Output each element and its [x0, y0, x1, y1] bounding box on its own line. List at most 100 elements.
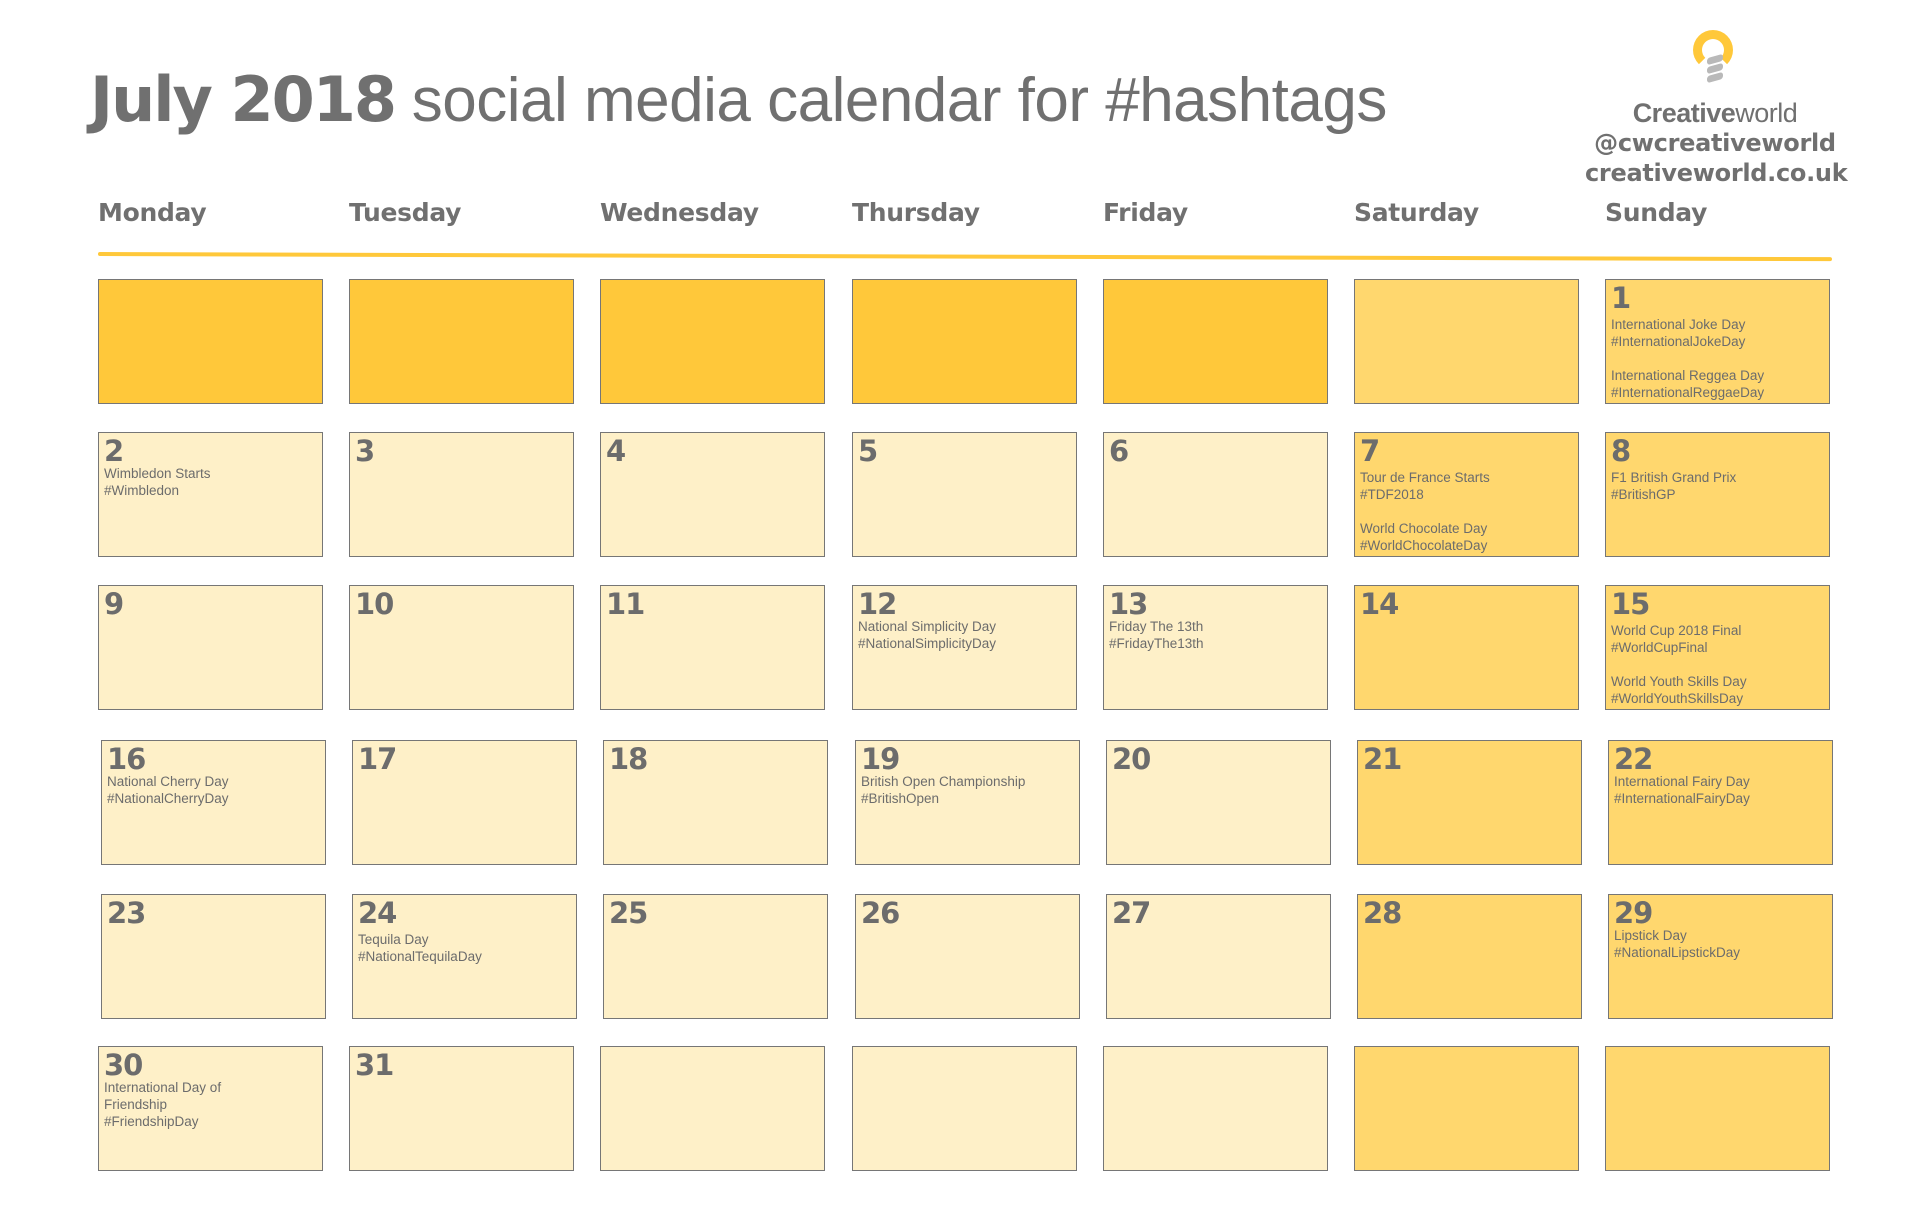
event-hashtag[interactable]: #NationalLipstickDay	[1614, 944, 1828, 961]
event-item: International Day of Friendship #Friendsh…	[104, 1079, 232, 1130]
event-item: International Fairy Day #InternationalFai…	[1614, 773, 1828, 807]
day-cell-23[interactable]: 23	[101, 894, 326, 1019]
event-name: Tequila Day	[358, 932, 429, 947]
day-number: 16	[107, 742, 146, 776]
empty-day-cell[interactable]	[1354, 279, 1579, 404]
day-number: 7	[1360, 434, 1380, 468]
day-cell-26[interactable]: 26	[855, 894, 1080, 1019]
day-number: 15	[1611, 587, 1650, 621]
event-name: National Cherry Day	[107, 774, 229, 789]
day-number: 23	[107, 896, 146, 930]
day-cell-25[interactable]: 25	[603, 894, 828, 1019]
day-cell-10[interactable]: 10	[349, 585, 574, 710]
event-list: National Simplicity Day #NationalSimplici…	[858, 618, 1072, 652]
day-cell-24[interactable]: 24 Tequila Day #NationalTequilaDay	[352, 894, 577, 1019]
day-cell-15[interactable]: 15 World Cup 2018 Final #WorldCupFinal Worl…	[1605, 585, 1830, 710]
day-cell-11[interactable]: 11	[600, 585, 825, 710]
day-cell-8[interactable]: 8 F1 British Grand Prix #BritishGP	[1605, 432, 1830, 557]
event-name: National Simplicity Day	[858, 619, 997, 634]
day-cell-18[interactable]: 18	[603, 740, 828, 865]
brand-name-light: world	[1735, 98, 1798, 128]
empty-day-cell[interactable]	[852, 279, 1077, 404]
day-cell-9[interactable]: 9	[98, 585, 323, 710]
event-item: Tequila Day #NationalTequilaDay	[358, 931, 572, 965]
empty-day-cell[interactable]	[600, 279, 825, 404]
event-hashtag[interactable]: #InternationalJokeDay	[1611, 333, 1825, 350]
day-number: 29	[1614, 896, 1653, 930]
empty-day-cell[interactable]	[1605, 1046, 1830, 1171]
day-cell-13[interactable]: 13 Friday The 13th #FridayThe13th	[1103, 585, 1328, 710]
weekday-header-saturday: Saturday	[1354, 198, 1479, 227]
event-hashtag[interactable]: #WorldChocolateDay	[1360, 537, 1574, 554]
event-hashtag[interactable]: #WorldCupFinal	[1611, 639, 1825, 656]
empty-day-cell[interactable]	[852, 1046, 1077, 1171]
event-name: Friday The 13th	[1109, 619, 1204, 634]
event-hashtag[interactable]: #NationalCherryDay	[107, 790, 321, 807]
day-cell-29[interactable]: 29 Lipstick Day #NationalLipstickDay	[1608, 894, 1833, 1019]
website-link[interactable]: creativeworld.co.uk	[1585, 158, 1848, 188]
event-name: Lipstick Day	[1614, 928, 1687, 943]
day-number: 12	[858, 587, 897, 621]
empty-day-cell[interactable]	[1354, 1046, 1579, 1171]
empty-day-cell[interactable]	[98, 279, 323, 404]
day-cell-17[interactable]: 17	[352, 740, 577, 865]
event-list: International Day of Friendship #Friendsh…	[104, 1079, 232, 1130]
event-hashtag[interactable]: #BritishOpen	[861, 790, 1075, 807]
day-number: 31	[355, 1048, 394, 1082]
page-title: July 2018 social media calendar for #has…	[90, 62, 1387, 139]
day-cell-22[interactable]: 22 International Fairy Day #InternationalF…	[1608, 740, 1833, 865]
weekday-header-wednesday: Wednesday	[600, 198, 759, 227]
day-cell-14[interactable]: 14	[1354, 585, 1579, 710]
empty-day-cell[interactable]	[1103, 279, 1328, 404]
empty-day-cell[interactable]	[1103, 1046, 1328, 1171]
event-name: Tour de France Starts	[1360, 470, 1490, 485]
day-number: 2	[104, 434, 124, 468]
day-cell-31[interactable]: 31	[349, 1046, 574, 1171]
event-name: F1 British Grand Prix	[1611, 470, 1737, 485]
day-cell-20[interactable]: 20	[1106, 740, 1331, 865]
event-hashtag[interactable]: #InternationalFairyDay	[1614, 790, 1828, 807]
day-cell-6[interactable]: 6	[1103, 432, 1328, 557]
day-cell-19[interactable]: 19 British Open Championship #BritishOpen	[855, 740, 1080, 865]
event-hashtag[interactable]: #TDF2018	[1360, 486, 1574, 503]
day-cell-5[interactable]: 5	[852, 432, 1077, 557]
event-hashtag[interactable]: #WorldYouthSkillsDay	[1611, 690, 1825, 707]
day-cell-3[interactable]: 3	[349, 432, 574, 557]
day-number: 6	[1109, 434, 1129, 468]
day-cell-30[interactable]: 30 International Day of Friendship #Friend…	[98, 1046, 323, 1171]
day-cell-12[interactable]: 12 National Simplicity Day #NationalSimpli…	[852, 585, 1077, 710]
day-cell-16[interactable]: 16 National Cherry Day #NationalCherryDay	[101, 740, 326, 865]
event-hashtag[interactable]: #Wimbledon	[104, 482, 318, 499]
event-hashtag[interactable]: #InternationalReggaeDay	[1611, 384, 1825, 401]
event-hashtag[interactable]: #NationalTequilaDay	[358, 948, 572, 965]
event-hashtag[interactable]: #FriendshipDay	[104, 1113, 232, 1130]
day-cell-27[interactable]: 27	[1106, 894, 1331, 1019]
event-list: F1 British Grand Prix #BritishGP	[1611, 469, 1825, 503]
empty-day-cell[interactable]	[600, 1046, 825, 1171]
event-hashtag[interactable]: #FridayThe13th	[1109, 635, 1323, 652]
brand-block: Creativeworld @cwcreativeworld creativew…	[1585, 30, 1848, 188]
event-list: International Joke Day #InternationalJoke…	[1611, 316, 1825, 401]
event-item: F1 British Grand Prix #BritishGP	[1611, 469, 1825, 503]
empty-day-cell[interactable]	[349, 279, 574, 404]
weekday-header-thursday: Thursday	[852, 198, 980, 227]
day-number: 9	[104, 587, 124, 621]
event-name: International Reggea Day	[1611, 368, 1765, 383]
day-cell-7[interactable]: 7 Tour de France Starts #TDF2018 World Choc…	[1354, 432, 1579, 557]
event-list: Tour de France Starts #TDF2018 World Choco…	[1360, 469, 1574, 554]
event-item: International Reggea Day #InternationalRe…	[1611, 367, 1825, 401]
day-number: 30	[104, 1048, 143, 1082]
event-hashtag[interactable]: #BritishGP	[1611, 486, 1825, 503]
day-number: 27	[1112, 896, 1151, 930]
weekday-header-friday: Friday	[1103, 198, 1188, 227]
event-name: International Day of Friendship	[104, 1080, 222, 1112]
day-number: 3	[355, 434, 375, 468]
event-hashtag[interactable]: #NationalSimplicityDay	[858, 635, 1072, 652]
day-number: 20	[1112, 742, 1151, 776]
day-cell-1[interactable]: 1 International Joke Day #InternationalJok…	[1605, 279, 1830, 404]
day-cell-2[interactable]: 2 Wimbledon Starts #Wimbledon	[98, 432, 323, 557]
day-cell-28[interactable]: 28	[1357, 894, 1582, 1019]
day-cell-21[interactable]: 21	[1357, 740, 1582, 865]
day-number: 13	[1109, 587, 1148, 621]
day-cell-4[interactable]: 4	[600, 432, 825, 557]
